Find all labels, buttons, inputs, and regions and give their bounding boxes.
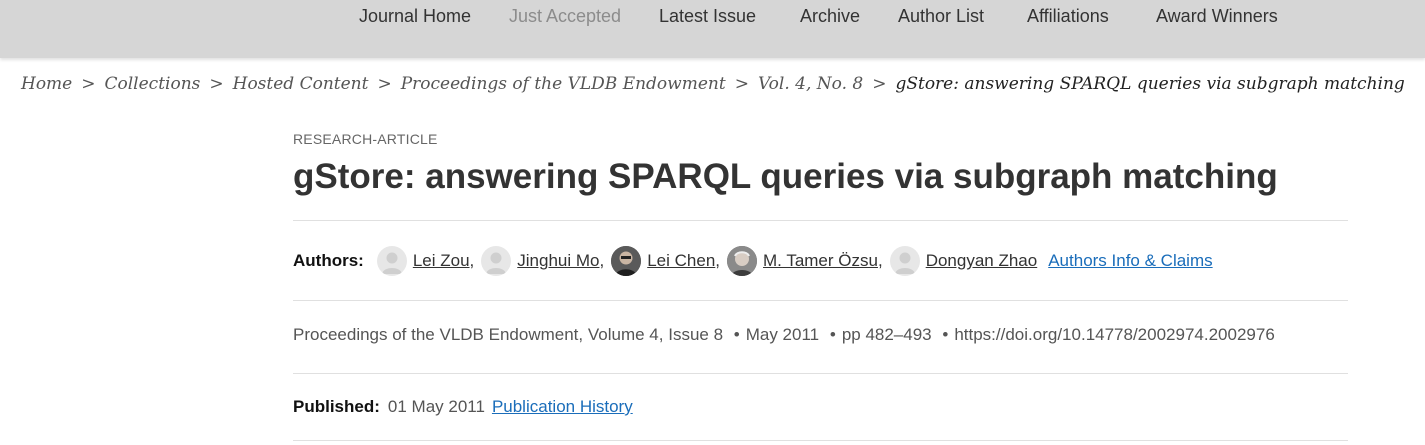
author-name[interactable]: Lei Zou <box>413 251 470 271</box>
page-range: pp 482–493 <box>841 325 932 344</box>
volume[interactable]: Volume 4 <box>588 325 659 344</box>
comma: , <box>658 325 664 344</box>
breadcrumb-separator: > <box>81 74 96 94</box>
author-separator: , <box>469 251 475 270</box>
author-dongyan-zhao[interactable]: Dongyan Zhao <box>889 246 1038 276</box>
article-title: gStore: answering SPARQL queries via sub… <box>293 157 1278 196</box>
divider <box>293 220 1348 221</box>
divider <box>293 440 1348 441</box>
breadcrumb-separator: > <box>734 74 749 94</box>
published-date: 01 May 2011 <box>387 397 485 416</box>
published-row: Published: 01 May 2011 Publication History <box>293 397 633 417</box>
default-avatar-icon <box>889 246 920 276</box>
bullet: • <box>733 325 740 344</box>
default-avatar-icon <box>376 246 407 276</box>
nav-journal-home[interactable]: Journal Home <box>359 6 471 27</box>
authors-info-claims-link[interactable]: Authors Info & Claims <box>1048 251 1212 271</box>
bullet: • <box>942 325 949 344</box>
nav-author-list[interactable]: Author List <box>898 6 984 27</box>
issue[interactable]: Issue 8 <box>668 325 723 344</box>
nav-archive[interactable]: Archive <box>800 6 860 27</box>
author-name[interactable]: M. Tamer Özsu <box>763 251 878 271</box>
bullet: • <box>829 325 836 344</box>
journal-name[interactable]: Proceedings of the VLDB Endowment <box>293 325 578 344</box>
default-avatar-icon <box>481 246 512 276</box>
nav-affiliations[interactable]: Affiliations <box>1027 6 1109 27</box>
publication-history-link[interactable]: Publication History <box>492 397 633 416</box>
breadcrumb-hosted-content[interactable]: Hosted Content <box>233 74 369 94</box>
author-lei-chen[interactable]: Lei Chen, <box>611 246 720 276</box>
breadcrumb-separator: > <box>209 74 224 94</box>
author-separator: , <box>599 251 605 270</box>
top-nav: Journal Home Just Accepted Latest Issue … <box>0 0 1425 58</box>
author-photo <box>611 246 642 276</box>
author-jinghui-mo[interactable]: Jinghui Mo, <box>481 246 604 276</box>
author-m-tamer-ozsu[interactable]: M. Tamer Özsu, <box>727 246 883 276</box>
author-lei-zou[interactable]: Lei Zou, <box>376 246 475 276</box>
authors-label: Authors: <box>293 251 364 270</box>
issue-date: May 2011 <box>745 325 820 344</box>
comma: , <box>578 325 584 344</box>
article-type: RESEARCH-ARTICLE <box>293 131 438 147</box>
divider <box>293 373 1348 374</box>
nav-just-accepted[interactable]: Just Accepted <box>509 6 621 27</box>
authors-row: Authors: Lei Zou, Jinghui Mo, Lei Chen, … <box>293 245 1213 277</box>
divider <box>293 300 1348 301</box>
author-name[interactable]: Jinghui Mo <box>517 251 599 271</box>
breadcrumb: Home > Collections > Hosted Content > Proceedi… <box>21 74 1405 94</box>
breadcrumb-proceedings[interactable]: Proceedings of the VLDB Endowment <box>401 74 726 94</box>
author-photo <box>727 246 758 276</box>
breadcrumb-separator: > <box>377 74 392 94</box>
author-separator: , <box>877 251 883 270</box>
breadcrumb-volume[interactable]: Vol. 4, No. 8 <box>758 74 863 94</box>
nav-award-winners[interactable]: Award Winners <box>1156 6 1278 27</box>
breadcrumb-collections[interactable]: Collections <box>105 74 201 94</box>
breadcrumb-current: gStore: answering SPARQL queries via sub… <box>895 74 1405 94</box>
breadcrumb-separator: > <box>872 74 887 94</box>
doi-link[interactable]: https://doi.org/10.14778/2002974.2002976 <box>954 325 1274 344</box>
breadcrumb-home[interactable]: Home <box>21 74 72 94</box>
author-name[interactable]: Lei Chen <box>647 251 715 271</box>
author-separator: , <box>715 251 721 270</box>
nav-latest-issue[interactable]: Latest Issue <box>659 6 756 27</box>
publication-info: Proceedings of the VLDB Endowment, Volum… <box>293 325 1275 345</box>
author-name[interactable]: Dongyan Zhao <box>926 251 1038 271</box>
published-label: Published: <box>293 397 380 416</box>
